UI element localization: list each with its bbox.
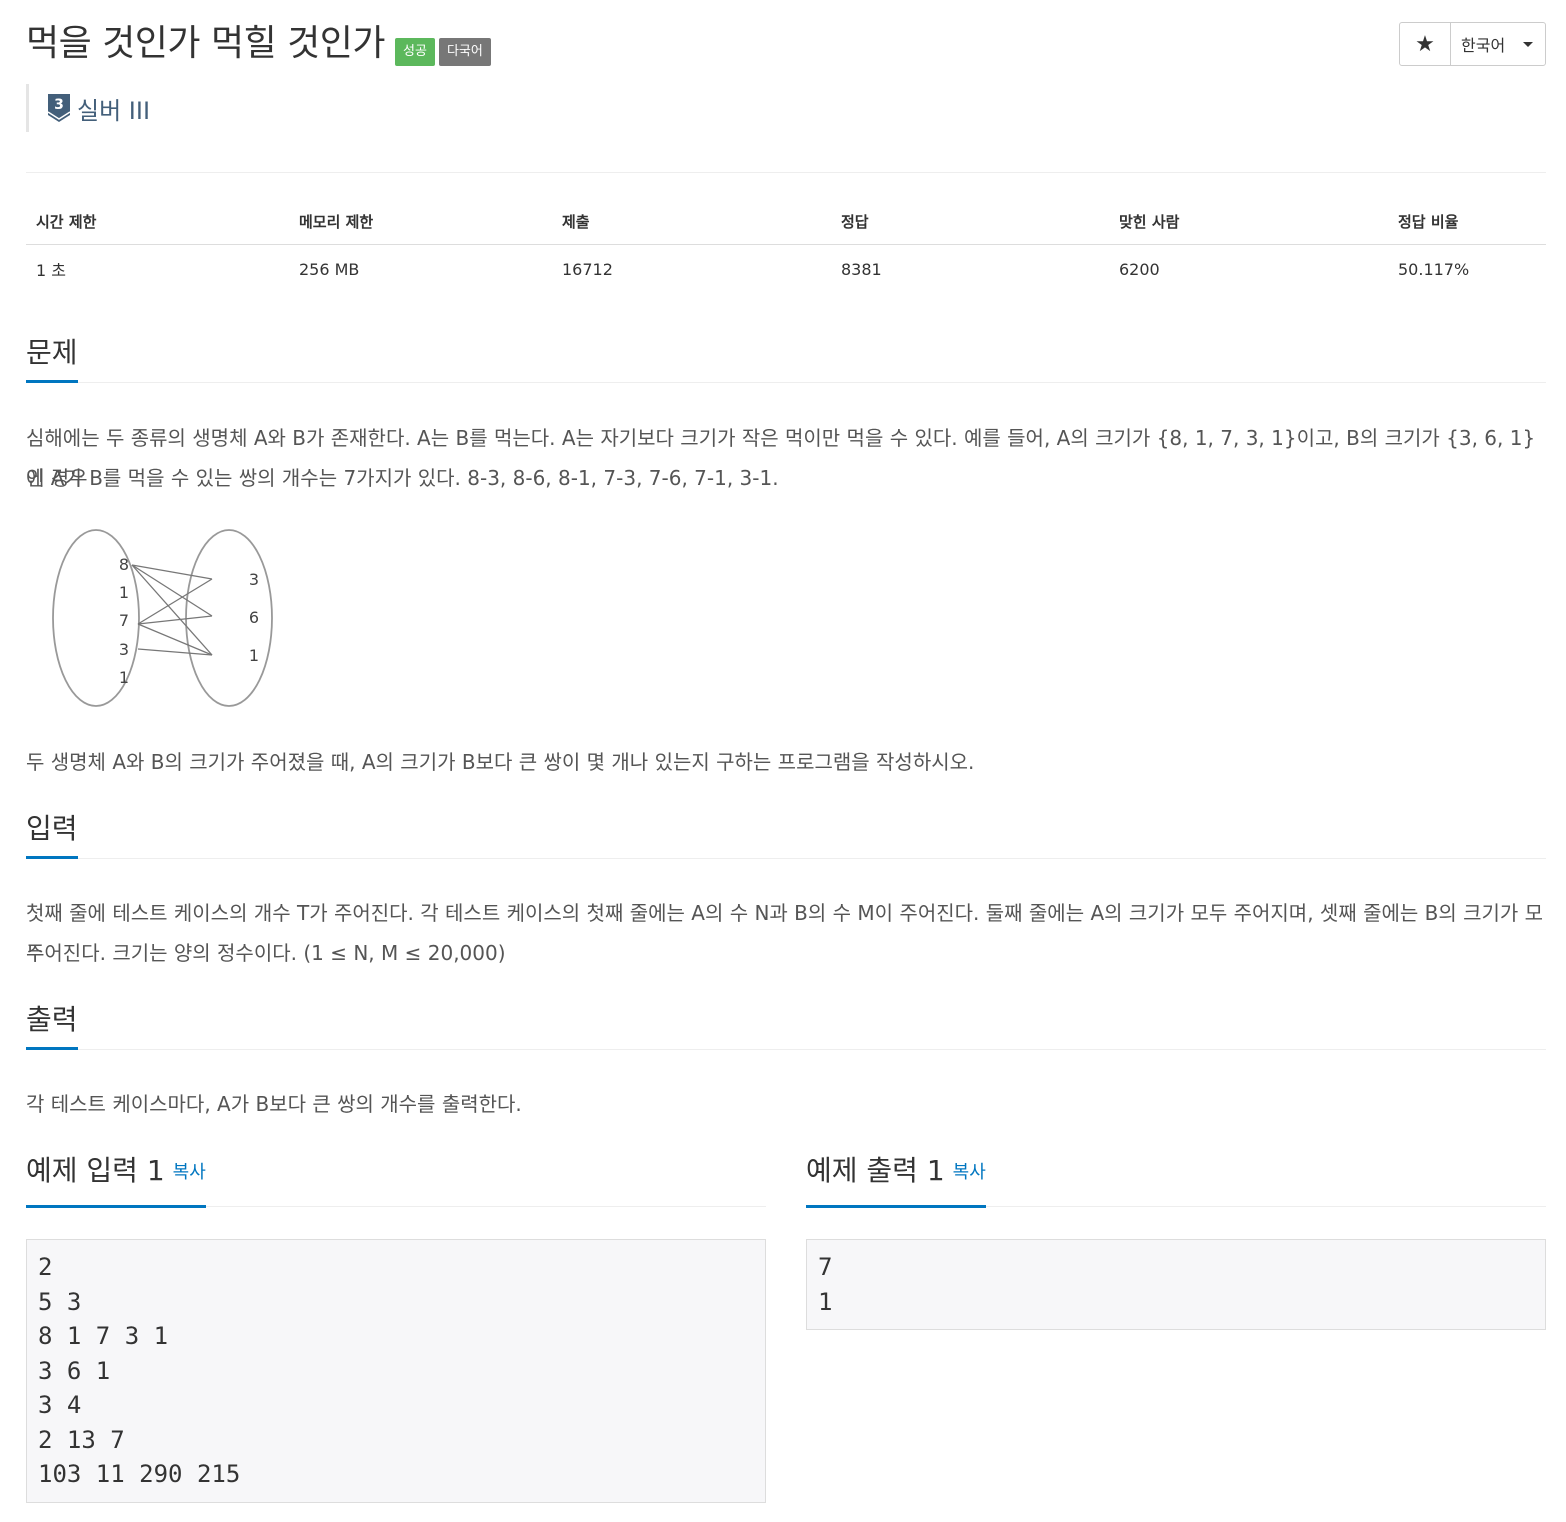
copy-sample-output-link[interactable]: 복사	[953, 1162, 986, 1183]
value-time-limit: 1 초	[36, 261, 66, 280]
header-divider	[26, 172, 1546, 173]
sample-input-header: 예제 입력 1 복사	[26, 1150, 766, 1208]
input-text-line-2: 주어진다. 크기는 양의 정수이다. (1 ≤ N, M ≤ 20,000)	[26, 941, 506, 965]
multilingual-badge: 다국어	[438, 38, 491, 66]
title-row: 먹을 것인가 먹힐 것인가 성공 다국어	[26, 22, 491, 66]
set-b-value: 6	[249, 608, 259, 627]
header-solved-users: 맞힌 사람	[1109, 198, 1388, 245]
value-accept-ratio: 50.117%	[1398, 259, 1470, 279]
problem-title: 먹을 것인가 먹힐 것인가	[26, 23, 386, 64]
bipartite-diagram: 8 1 7 3 1 3 6 1	[52, 529, 273, 707]
description-figure: 8 1 7 3 1 3 6 1	[52, 520, 282, 714]
value-accepted[interactable]: 8381	[831, 245, 1109, 294]
set-a-value: 1	[119, 583, 129, 602]
info-value-row: 1 초 256 MB 16712 8381 6200 50.117%	[26, 245, 1546, 294]
input-section-header: 입력	[26, 812, 1546, 859]
set-a-value: 7	[119, 611, 129, 630]
description-section-header: 문제	[26, 336, 1546, 383]
tier-number: 3	[54, 97, 64, 113]
header-accepted: 정답	[831, 198, 1109, 245]
silver-tier-icon: 3	[47, 93, 71, 123]
value-memory-limit: 256 MB	[299, 259, 360, 279]
language-dropdown[interactable]: 한국어	[1451, 23, 1545, 65]
value-submissions[interactable]: 16712	[552, 245, 831, 294]
output-section-header: 출력	[26, 1003, 1546, 1050]
input-title: 입력	[26, 812, 78, 859]
star-icon: ★	[1415, 31, 1435, 57]
description-title: 문제	[26, 336, 78, 383]
sample-output-header: 예제 출력 1 복사	[806, 1150, 1546, 1208]
language-label: 한국어	[1461, 36, 1506, 55]
top-right-toolbar: ★ 한국어	[1399, 22, 1546, 66]
sample-input-box[interactable]: 2 5 3 8 1 7 3 1 3 6 1 3 4 2 13 7 103 11 …	[26, 1239, 766, 1503]
header-accept-ratio: 정답 비율	[1388, 198, 1546, 245]
header-memory-limit: 메모리 제한	[289, 198, 552, 245]
sample-output-column: 예제 출력 1 복사 7 1	[806, 1150, 1546, 1330]
problem-info-table: 시간 제한 메모리 제한 제출 정답 맞힌 사람 정답 비율 1 초 256 M…	[26, 198, 1546, 293]
set-a-value: 8	[119, 555, 129, 574]
set-a-value: 1	[119, 668, 129, 687]
header-submissions: 제출	[552, 198, 831, 245]
sample-output-title: 예제 출력 1	[806, 1154, 945, 1187]
set-b-value: 1	[249, 646, 259, 665]
output-title: 출력	[26, 1003, 78, 1050]
star-button[interactable]: ★	[1400, 23, 1451, 65]
sample-input-title: 예제 입력 1	[26, 1154, 165, 1187]
info-header-row: 시간 제한 메모리 제한 제출 정답 맞힌 사람 정답 비율	[26, 198, 1546, 245]
output-text: 각 테스트 케이스마다, A가 B보다 큰 쌍의 개수를 출력한다.	[26, 1092, 522, 1116]
set-a-value: 3	[119, 640, 129, 659]
success-badge: 성공	[395, 38, 435, 66]
set-b-value: 3	[249, 570, 259, 589]
sample-output-box[interactable]: 7 1	[806, 1239, 1546, 1330]
description-question: 두 생명체 A와 B의 크기가 주어졌을 때, A의 크기가 B보다 큰 쌍이 …	[26, 750, 975, 774]
description-text-line-2: 에 A가 B를 먹을 수 있는 쌍의 개수는 7가지가 있다. 8-3, 8-6…	[26, 466, 779, 490]
value-solved-users[interactable]: 6200	[1109, 245, 1388, 294]
chevron-down-icon	[1523, 41, 1534, 47]
copy-sample-input-link[interactable]: 복사	[173, 1162, 206, 1183]
sample-input-column: 예제 입력 1 복사 2 5 3 8 1 7 3 1 3 6 1 3 4 2 13…	[26, 1150, 766, 1503]
tier-block[interactable]: 3 실버 III	[26, 84, 150, 132]
header-time-limit: 시간 제한	[26, 198, 289, 245]
tier-name: 실버 III	[77, 96, 151, 125]
